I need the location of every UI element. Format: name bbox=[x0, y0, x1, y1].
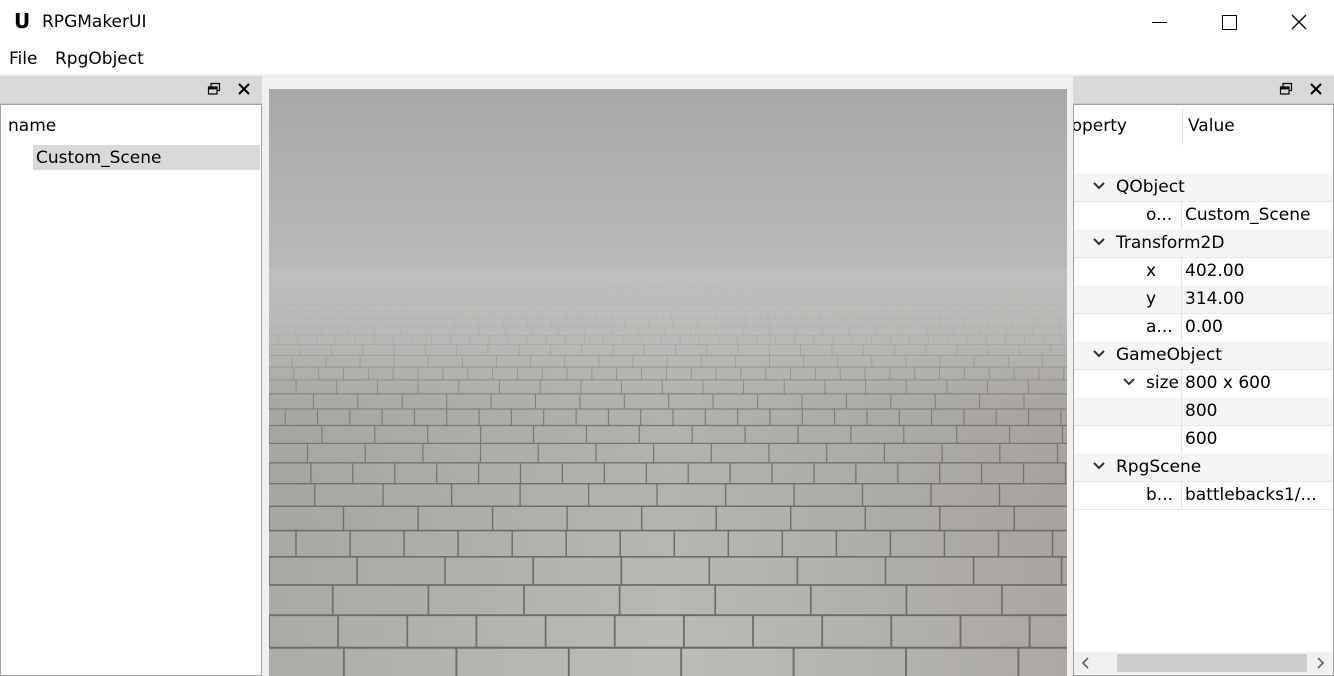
property-name: o... bbox=[1146, 205, 1173, 225]
property-name: b... bbox=[1146, 485, 1174, 505]
menu-rpgobject[interactable]: RpgObject bbox=[55, 48, 144, 70]
property-row-objectname[interactable]: o... Custom_Scene bbox=[1074, 201, 1333, 230]
cell-divider bbox=[1181, 481, 1182, 509]
property-tree[interactable]: roperty Value QObject o... Custom_Scene … bbox=[1073, 104, 1334, 676]
property-row-angle[interactable]: a... 0.00 bbox=[1074, 313, 1333, 342]
property-name: y bbox=[1146, 289, 1157, 309]
tree-item-custom-scene[interactable]: Custom_Scene bbox=[33, 145, 260, 170]
app-logo-icon: U bbox=[14, 9, 31, 33]
column-separator[interactable] bbox=[1182, 109, 1183, 145]
dock-float-button[interactable] bbox=[205, 80, 223, 98]
chevron-down-icon[interactable] bbox=[1091, 458, 1107, 474]
group-row-gameobject[interactable]: GameObject bbox=[1074, 341, 1333, 370]
column-header-property[interactable]: roperty bbox=[1074, 115, 1127, 137]
column-header-value[interactable]: Value bbox=[1188, 115, 1235, 137]
group-label: GameObject bbox=[1116, 345, 1222, 365]
chevron-down-icon[interactable] bbox=[1091, 346, 1107, 362]
scene-tree[interactable]: name Custom_Scene bbox=[0, 104, 262, 676]
property-value[interactable]: 600 bbox=[1185, 428, 1217, 450]
group-row-qobject[interactable]: QObject bbox=[1074, 173, 1333, 202]
minimize-icon bbox=[1151, 21, 1167, 23]
property-dock-header[interactable] bbox=[1073, 76, 1334, 104]
maximize-icon bbox=[1221, 14, 1237, 30]
dock-close-button[interactable] bbox=[235, 80, 253, 98]
property-value[interactable]: 800 bbox=[1185, 400, 1217, 422]
float-icon bbox=[1279, 82, 1293, 95]
maximize-button[interactable] bbox=[1194, 0, 1264, 44]
cell-divider bbox=[1181, 425, 1182, 453]
property-value[interactable]: 0.00 bbox=[1185, 316, 1223, 338]
property-name: size bbox=[1146, 373, 1179, 393]
cell-divider bbox=[1181, 201, 1182, 229]
title-bar[interactable]: U RPGMakerUI bbox=[0, 0, 1334, 44]
property-row-size[interactable]: size 800 x 600 bbox=[1074, 369, 1333, 398]
horizontal-scrollbar[interactable] bbox=[1074, 652, 1333, 674]
float-icon bbox=[207, 82, 221, 95]
property-value[interactable]: 402.00 bbox=[1185, 260, 1244, 282]
cell-divider bbox=[1181, 313, 1182, 341]
property-name: a... bbox=[1146, 317, 1173, 337]
close-icon bbox=[1291, 14, 1307, 30]
menu-file[interactable]: File bbox=[9, 48, 37, 70]
cell-divider bbox=[1181, 257, 1182, 285]
minimize-button[interactable] bbox=[1124, 0, 1194, 44]
property-row-background[interactable]: b... battlebacks1/... bbox=[1074, 481, 1333, 510]
tree-item-label: Custom_Scene bbox=[36, 148, 162, 168]
window-title: RPGMakerUI bbox=[42, 12, 147, 32]
cell-divider bbox=[1181, 369, 1182, 397]
group-row-rpgscene[interactable]: RpgScene bbox=[1074, 453, 1333, 482]
dock-float-button[interactable] bbox=[1277, 80, 1295, 98]
property-row-size-width[interactable]: 800 bbox=[1074, 397, 1333, 426]
menu-bar: File RpgObject bbox=[0, 44, 1334, 74]
chevron-down-icon[interactable] bbox=[1091, 234, 1107, 250]
group-label: Transform2D bbox=[1116, 233, 1225, 253]
property-value[interactable]: Custom_Scene bbox=[1185, 204, 1310, 226]
cell-divider bbox=[1181, 397, 1182, 425]
dock-close-button[interactable] bbox=[1307, 80, 1325, 98]
scene-view[interactable] bbox=[269, 89, 1067, 676]
close-icon bbox=[1310, 83, 1322, 95]
scroll-right-icon[interactable] bbox=[1312, 655, 1328, 671]
main-window: U RPGMakerUI File RpgObject name Custom_… bbox=[0, 0, 1334, 676]
close-icon bbox=[238, 83, 250, 95]
property-value[interactable]: 800 x 600 bbox=[1185, 372, 1271, 394]
chevron-down-icon[interactable] bbox=[1091, 178, 1107, 194]
scene-background-image bbox=[269, 89, 1067, 676]
chevron-down-icon[interactable] bbox=[1121, 374, 1137, 390]
scrollbar-thumb[interactable] bbox=[1117, 654, 1307, 672]
property-value[interactable]: 314.00 bbox=[1185, 288, 1244, 310]
scene-tree-dock-header[interactable] bbox=[0, 76, 262, 104]
scroll-left-icon[interactable] bbox=[1078, 655, 1094, 671]
property-row-y[interactable]: y 314.00 bbox=[1074, 285, 1333, 314]
property-dock: roperty Value QObject o... Custom_Scene … bbox=[1073, 76, 1334, 676]
property-row-size-height[interactable]: 600 bbox=[1074, 425, 1333, 454]
scene-tree-dock: name Custom_Scene bbox=[0, 76, 262, 676]
property-name: x bbox=[1146, 261, 1157, 281]
group-label: QObject bbox=[1116, 177, 1185, 197]
group-label: RpgScene bbox=[1116, 457, 1202, 477]
tree-column-header[interactable]: name bbox=[8, 115, 56, 137]
group-row-transform2d[interactable]: Transform2D bbox=[1074, 229, 1333, 258]
property-value[interactable]: battlebacks1/... bbox=[1185, 484, 1317, 506]
cell-divider bbox=[1181, 285, 1182, 313]
property-row-x[interactable]: x 402.00 bbox=[1074, 257, 1333, 286]
close-window-button[interactable] bbox=[1264, 0, 1334, 44]
